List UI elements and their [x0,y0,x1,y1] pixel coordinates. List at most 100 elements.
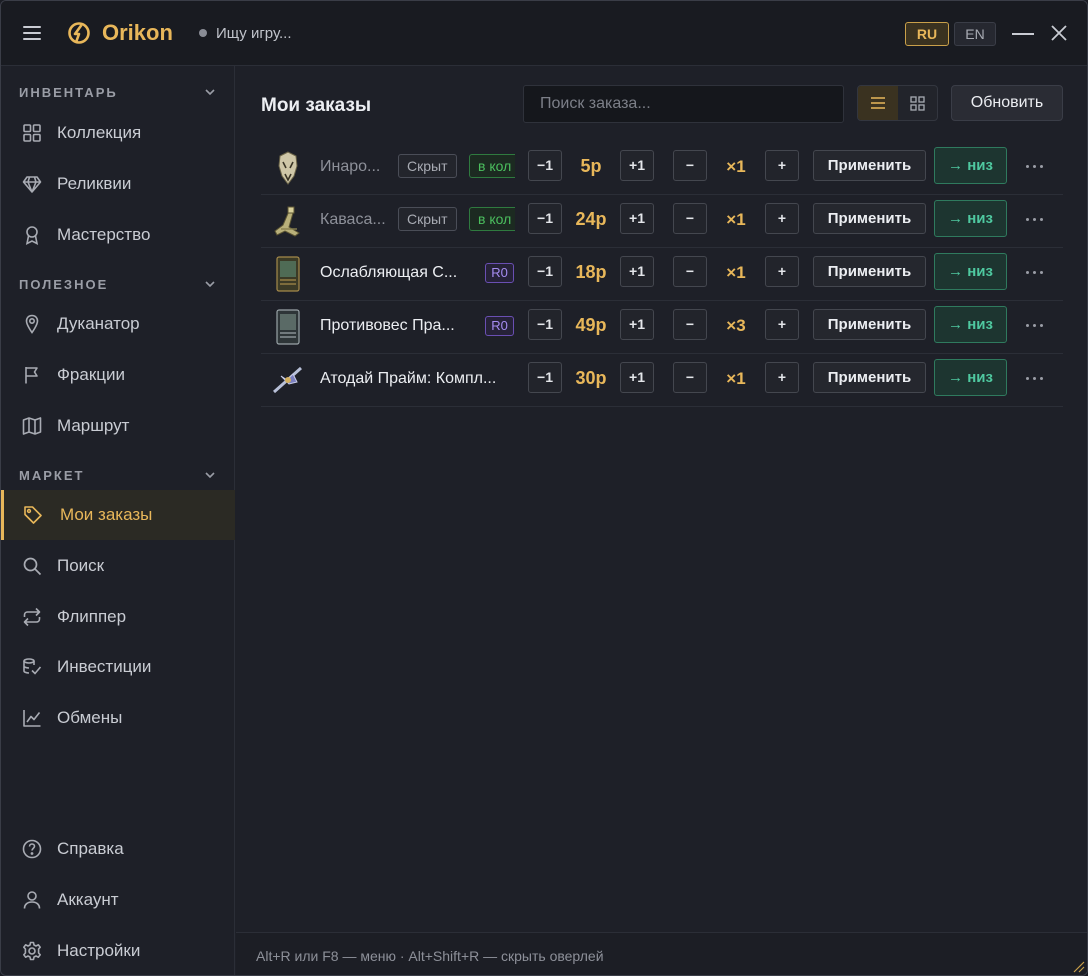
minimize-icon[interactable] [1012,33,1034,35]
more-icon[interactable] [1023,368,1047,388]
search-input[interactable] [523,85,844,123]
sidebar-item-label: Настройки [57,941,141,960]
item-thumbnail-icon [278,151,298,185]
move-down-button[interactable]: → низ [934,147,1007,184]
grid-icon [910,96,925,111]
qty-plus-button[interactable]: + [765,150,799,181]
move-down-button[interactable]: → низ [934,253,1007,290]
page-title: Мои заказы [261,95,372,116]
section-useful-label: ПОЛЕЗНОЕ [19,277,109,292]
price-plus-one-button[interactable]: +1 [620,309,654,340]
chart-icon [23,710,41,727]
list-view-button[interactable] [858,86,898,120]
qty-plus-button[interactable]: + [765,256,799,287]
price-minus-one-button[interactable]: −1 [528,150,562,181]
order-name: Противовес Пра... [320,317,455,334]
sidebar-item-label: Фракции [57,365,125,384]
sidebar-item-flipper[interactable]: Флиппер [1,592,235,642]
item-thumbnail-icon [274,206,300,237]
item-thumbnail-icon [273,366,302,394]
title-bar: Orikon Ищу игру... RU EN [1,1,1087,66]
apply-button[interactable]: Применить [813,362,926,393]
qty-plus-button[interactable]: + [765,362,799,393]
price-minus-one-button[interactable]: −1 [528,362,562,393]
sidebar-item-collection[interactable]: Коллекция [1,108,235,158]
sidebar-item-label: Коллекция [57,123,142,142]
qty-plus-button[interactable]: + [765,203,799,234]
section-inventory-label: ИНВЕНТАРЬ [19,85,118,100]
qty-plus-button[interactable]: + [765,309,799,340]
flag-icon [25,367,38,384]
sidebar-item-search[interactable]: Поиск [1,541,235,591]
sidebar-item-mastery[interactable]: Мастерство [1,210,235,260]
app-title: Orikon [102,20,173,45]
more-icon[interactable] [1023,209,1047,229]
map-icon [22,417,42,435]
mod-card-icon [276,256,300,292]
sidebar-item-relics[interactable]: Реликвии [1,159,235,209]
order-name: Инаро... [320,158,381,175]
sidebar-item-factions[interactable]: Фракции [1,350,235,400]
sidebar-item-my-orders[interactable]: Мои заказы [1,490,235,540]
menu-icon[interactable] [23,26,41,42]
refresh-button[interactable]: Обновить [951,85,1063,121]
sidebar-item-label: Маршрут [57,416,130,435]
order-name: Ослабляющая С... [320,264,458,281]
resize-grip-icon[interactable] [1069,957,1085,973]
qty-minus-button[interactable]: − [673,203,707,234]
status-text: Ищу игру... [216,25,292,42]
price-plus-one-button[interactable]: +1 [620,256,654,287]
sidebar-item-help[interactable]: Справка [1,824,235,874]
lang-ru-button[interactable]: RU [905,22,949,46]
apply-button[interactable]: Применить [813,309,926,340]
sidebar-item-label: Обмены [57,708,123,727]
sidebar-item-ducanator[interactable]: Дуканатор [1,299,235,349]
sidebar-item-investments[interactable]: Инвестиции [1,642,235,692]
gear-icon [23,941,41,961]
grid-view-button[interactable] [898,86,937,120]
price-minus-one-button[interactable]: −1 [528,203,562,234]
sidebar-item-trades[interactable]: Обмены [1,693,235,743]
price-minus-one-button[interactable]: −1 [528,309,562,340]
collection-badge: в кол [469,207,515,231]
collection-badge: в кол [469,154,515,178]
help-icon [22,839,42,859]
lang-en-button[interactable]: EN [954,22,996,46]
sidebar: ИНВЕНТАРЬ Коллекция Реликвии Мастерство … [1,66,235,975]
hidden-badge: Скрыт [398,207,457,231]
price-minus-one-button[interactable]: −1 [528,256,562,287]
more-icon[interactable] [1023,156,1047,176]
move-down-button[interactable]: → низ [934,306,1007,343]
qty-minus-button[interactable]: − [673,362,707,393]
move-down-button[interactable]: → низ [934,359,1007,396]
price-plus-one-button[interactable]: +1 [620,203,654,234]
more-icon[interactable] [1023,262,1047,282]
sidebar-item-label: Поиск [57,556,105,575]
sidebar-item-settings[interactable]: Настройки [1,926,235,975]
apply-button[interactable]: Применить [813,203,926,234]
section-market[interactable]: МАРКЕТ [1,460,235,490]
order-quantity: ×1 [726,210,746,229]
price-plus-one-button[interactable]: +1 [620,362,654,393]
sidebar-item-label: Дуканатор [57,314,140,333]
move-down-button[interactable]: → низ [934,200,1007,237]
qty-minus-button[interactable]: − [673,150,707,181]
qty-minus-button[interactable]: − [673,309,707,340]
hidden-badge: Скрыт [398,154,457,178]
price-plus-one-button[interactable]: +1 [620,150,654,181]
more-icon[interactable] [1023,315,1047,335]
view-toggle [857,85,938,121]
section-inventory[interactable]: ИНВЕНТАРЬ [1,77,235,107]
user-icon [23,891,41,909]
qty-minus-button[interactable]: − [673,256,707,287]
rank-badge: R0 [485,263,514,283]
close-icon[interactable] [1049,23,1069,43]
search-icon [23,557,42,576]
apply-button[interactable]: Применить [813,150,926,181]
footer: Alt+R или F8 — меню · Alt+Shift+R — скры… [236,932,1087,975]
sidebar-item-account[interactable]: Аккаунт [1,875,235,925]
section-useful[interactable]: ПОЛЕЗНОЕ [1,269,235,299]
sidebar-item-label: Справка [57,839,124,858]
apply-button[interactable]: Применить [813,256,926,287]
sidebar-item-route[interactable]: Маршрут [1,401,235,451]
